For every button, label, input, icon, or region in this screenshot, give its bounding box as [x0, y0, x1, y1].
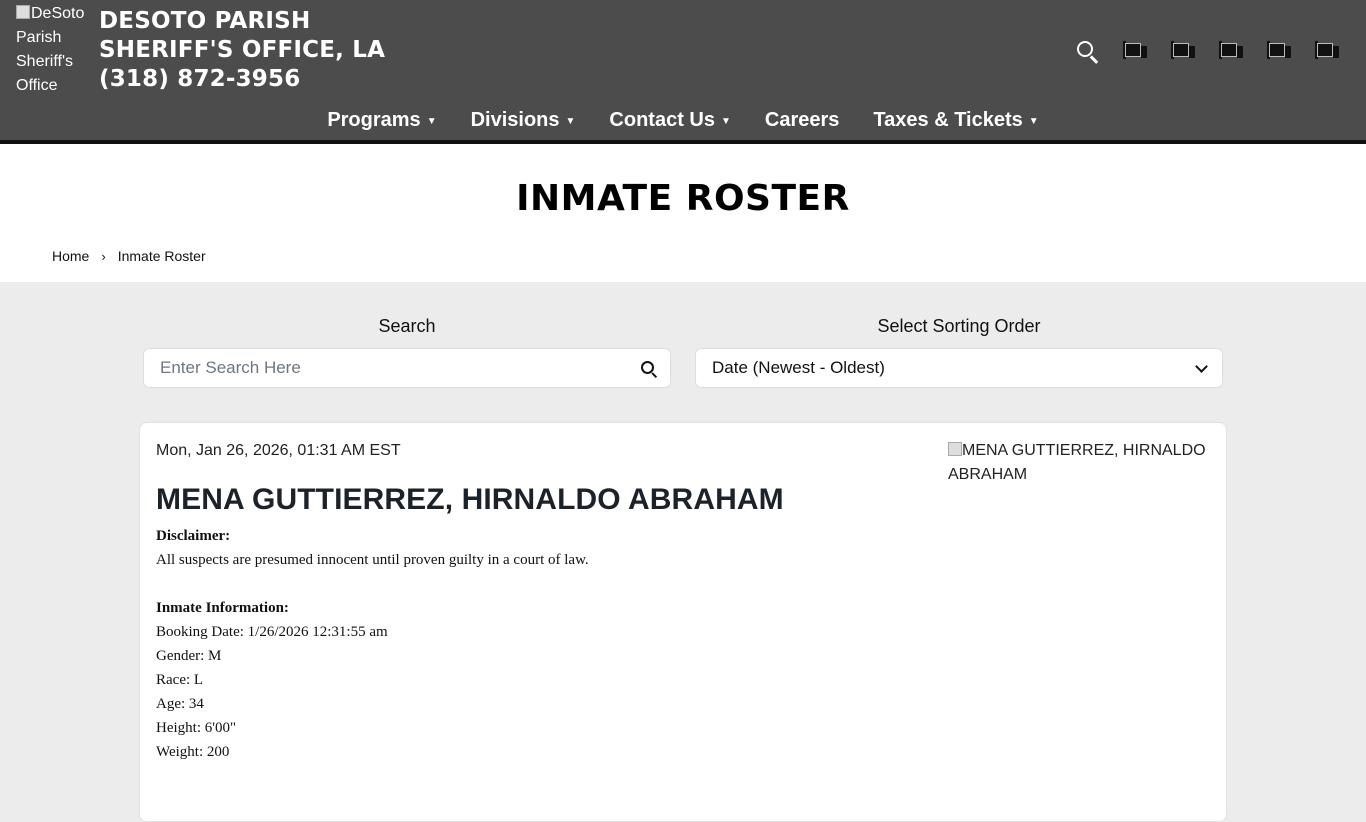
- search-icon[interactable]: [1074, 38, 1100, 64]
- booking-date: Booking Date: 1/26/2026 12:31:55 am: [156, 624, 388, 640]
- caret-down-icon: ▼: [426, 115, 437, 127]
- social-link-icon[interactable]: [1314, 40, 1340, 62]
- inmate-photo[interactable]: MENA GUTTIERREZ, HIRNALDO ABRAHAM: [948, 439, 1218, 487]
- sort-select[interactable]: Date (Newest - Oldest): [695, 348, 1223, 388]
- site-title-line2: SHERIFF'S OFFICE, LA: [99, 37, 386, 63]
- chevron-right-icon: ›: [101, 248, 106, 264]
- sort-label: Select Sorting Order: [877, 316, 1041, 336]
- site-title-line1: DESOTO PARISH: [99, 8, 311, 34]
- header-tools: [1074, 38, 1340, 64]
- sort-selected-value: Date (Newest - Oldest): [712, 358, 885, 377]
- social-link-icon[interactable]: [1266, 40, 1292, 62]
- caret-down-icon: ▼: [721, 115, 731, 127]
- social-link-icon[interactable]: [1122, 40, 1148, 62]
- chevron-down-icon: [1195, 360, 1208, 373]
- search-label: Search: [378, 316, 436, 336]
- filters: Search Select Sorting Order Date (Newest…: [143, 316, 1223, 388]
- nav-label: Programs: [327, 108, 421, 131]
- nav-item-divisions[interactable]: Divisions ▼: [454, 104, 593, 136]
- nav-label: Divisions: [470, 108, 560, 131]
- search-icon[interactable]: [640, 360, 658, 379]
- inmate-photo-alt: MENA GUTTIERREZ, HIRNALDO ABRAHAM: [948, 442, 1206, 483]
- site-header: DeSoto Parish Sheriff's Office DESOTO PA…: [0, 0, 1366, 144]
- caret-down-icon: ▼: [565, 115, 576, 127]
- search-box: [143, 348, 671, 388]
- main-nav: Programs ▼ Divisions ▼ Contact Us ▼ Careers…: [0, 104, 1366, 136]
- disclaimer-heading: Disclaimer:: [156, 528, 231, 544]
- sort-filter: Select Sorting Order Date (Newest - Olde…: [695, 316, 1223, 388]
- search-input[interactable]: [144, 349, 670, 387]
- nav-item-careers[interactable]: Careers: [748, 104, 857, 136]
- breadcrumb: Home › Inmate Roster: [52, 248, 206, 264]
- title-band: INMATE ROSTER Home › Inmate Roster: [0, 144, 1366, 282]
- breadcrumb-current: Inmate Roster: [117, 248, 206, 264]
- broken-image-icon: [16, 5, 30, 19]
- nav-item-contact-us[interactable]: Contact Us ▼: [592, 104, 747, 136]
- nav-item-taxes-tickets[interactable]: Taxes & Tickets ▼: [856, 104, 1055, 136]
- site-title[interactable]: DESOTO PARISH SHERIFF'S OFFICE, LA (318)…: [99, 7, 385, 94]
- site-logo[interactable]: DeSoto Parish Sheriff's Office: [16, 2, 94, 98]
- info-heading: Inmate Information:: [156, 600, 289, 616]
- booking-timestamp: Mon, Jan 26, 2026, 01:31 AM EST: [156, 442, 401, 459]
- site-phone[interactable]: (318) 872-3956: [99, 65, 385, 94]
- age: Age: 34: [156, 696, 204, 712]
- caret-down-icon: ▼: [1028, 115, 1039, 127]
- nav-label: Taxes & Tickets: [873, 108, 1023, 131]
- race: Race: L: [156, 672, 204, 688]
- inmate-details: Disclaimer: All suspects are presumed in…: [156, 524, 589, 764]
- broken-image-icon: [948, 442, 962, 456]
- page-title: INMATE ROSTER: [516, 178, 850, 219]
- nav-label: Contact Us: [609, 108, 715, 131]
- nav-item-programs[interactable]: Programs ▼: [310, 104, 453, 136]
- gender: Gender: M: [156, 648, 222, 664]
- weight: Weight: 200: [156, 744, 230, 760]
- nav-label: Careers: [764, 108, 840, 131]
- social-link-icon[interactable]: [1170, 40, 1196, 62]
- height: Height: 6'00": [156, 720, 237, 736]
- inmate-name: MENA GUTTIERREZ, HIRNALDO ABRAHAM: [156, 483, 784, 516]
- disclaimer-text: All suspects are presumed innocent until…: [156, 552, 589, 568]
- breadcrumb-home-link[interactable]: Home: [52, 248, 89, 264]
- social-link-icon[interactable]: [1218, 40, 1244, 62]
- search-filter: Search: [143, 316, 671, 388]
- inmate-card: Mon, Jan 26, 2026, 01:31 AM EST MENA GUT…: [139, 422, 1227, 822]
